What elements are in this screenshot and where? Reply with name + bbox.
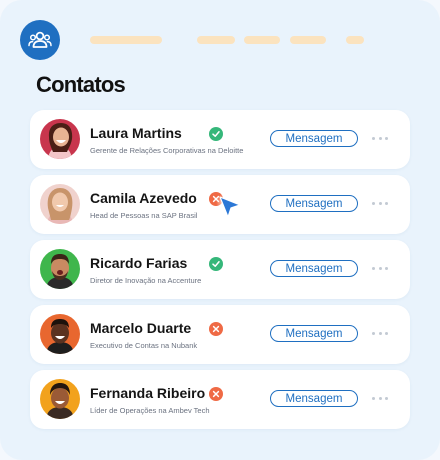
contact-role: Head de Pessoas na SAP Brasil — [90, 211, 198, 220]
avatar — [40, 314, 80, 354]
message-button[interactable]: Mensagem — [270, 260, 358, 277]
contact-card[interactable]: Fernanda Ribeiro Líder de Operações na A… — [30, 370, 410, 429]
avatar — [40, 249, 80, 289]
contacts-panel: Contatos Laura Martins Gerente de Relaçõ… — [0, 0, 440, 460]
more-options-icon[interactable] — [372, 197, 388, 209]
header-nav-placeholder — [346, 36, 364, 44]
check-icon — [209, 257, 223, 271]
contact-name[interactable]: Camila Azevedo — [90, 190, 197, 206]
contact-name[interactable]: Marcelo Duarte — [90, 320, 191, 336]
close-icon — [209, 322, 223, 336]
message-button[interactable]: Mensagem — [270, 130, 358, 147]
header-nav-placeholder — [244, 36, 280, 44]
message-button[interactable]: Mensagem — [270, 390, 358, 407]
message-button[interactable]: Mensagem — [270, 195, 358, 212]
close-icon — [209, 387, 223, 401]
more-options-icon[interactable] — [372, 392, 388, 404]
contact-role: Diretor de Inovação na Accenture — [90, 276, 202, 285]
pointer-cursor-icon — [216, 193, 241, 218]
header-nav-placeholder — [90, 36, 162, 44]
avatar — [40, 184, 80, 224]
more-options-icon[interactable] — [372, 132, 388, 144]
contact-role: Executivo de Contas na Nubank — [90, 341, 198, 350]
avatar — [40, 119, 80, 159]
more-options-icon[interactable] — [372, 262, 388, 274]
avatar — [40, 379, 80, 419]
contact-card[interactable]: Ricardo Farias Diretor de Inovação na Ac… — [30, 240, 410, 299]
contact-name[interactable]: Laura Martins — [90, 125, 182, 141]
check-icon — [209, 127, 223, 141]
contact-card[interactable]: Marcelo Duarte Executivo de Contas na Nu… — [30, 305, 410, 364]
contact-card[interactable]: Laura Martins Gerente de Relações Corpor… — [30, 110, 410, 169]
page-title: Contatos — [36, 72, 126, 97]
header-nav-placeholder — [290, 36, 326, 44]
contact-role: Gerente de Relações Corporativas na Delo… — [90, 146, 244, 155]
more-options-icon[interactable] — [372, 327, 388, 339]
contact-role: Líder de Operações na Ambev Tech — [90, 406, 210, 415]
people-group-icon[interactable] — [20, 20, 60, 60]
header-nav-placeholder — [197, 36, 235, 44]
contact-name[interactable]: Ricardo Farias — [90, 255, 187, 271]
contact-name[interactable]: Fernanda Ribeiro — [90, 385, 205, 401]
message-button[interactable]: Mensagem — [270, 325, 358, 342]
